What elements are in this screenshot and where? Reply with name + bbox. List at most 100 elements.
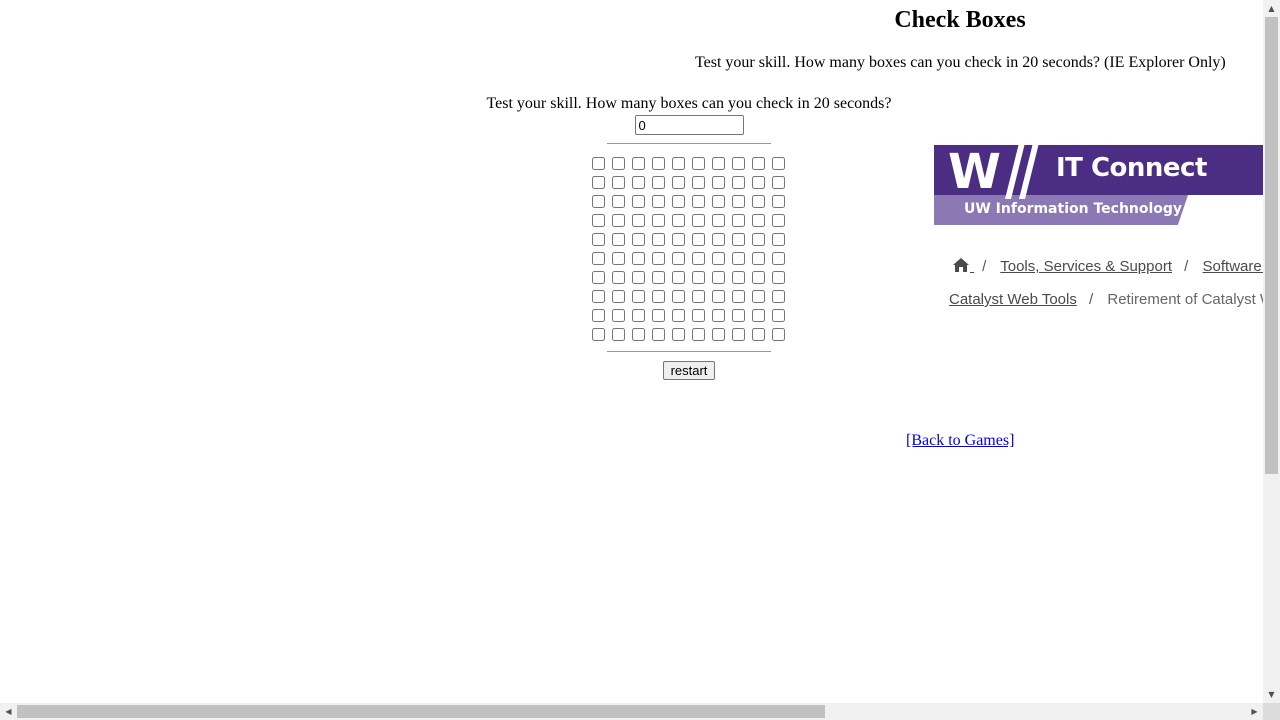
- game-checkbox[interactable]: [672, 290, 685, 303]
- game-checkbox[interactable]: [592, 214, 605, 227]
- game-checkbox[interactable]: [652, 214, 665, 227]
- game-checkbox[interactable]: [772, 328, 785, 341]
- game-checkbox[interactable]: [612, 195, 625, 208]
- game-checkbox[interactable]: [772, 233, 785, 246]
- game-checkbox[interactable]: [712, 176, 725, 189]
- game-checkbox[interactable]: [752, 233, 765, 246]
- game-checkbox[interactable]: [752, 252, 765, 265]
- game-checkbox[interactable]: [752, 195, 765, 208]
- scroll-right-arrow-icon[interactable]: ▶: [1246, 703, 1263, 720]
- game-checkbox[interactable]: [732, 176, 745, 189]
- game-checkbox[interactable]: [712, 271, 725, 284]
- game-checkbox[interactable]: [712, 233, 725, 246]
- game-checkbox[interactable]: [612, 271, 625, 284]
- game-checkbox[interactable]: [632, 328, 645, 341]
- game-checkbox[interactable]: [592, 290, 605, 303]
- game-checkbox[interactable]: [672, 233, 685, 246]
- game-checkbox[interactable]: [672, 195, 685, 208]
- game-checkbox[interactable]: [752, 309, 765, 322]
- vertical-scroll-thumb[interactable]: [1265, 17, 1278, 474]
- scroll-up-arrow-icon[interactable]: ▲: [1263, 0, 1280, 17]
- game-checkbox[interactable]: [592, 328, 605, 341]
- breadcrumb-tools-link[interactable]: Tools, Services & Support: [1000, 258, 1172, 275]
- game-checkbox[interactable]: [772, 214, 785, 227]
- vertical-scrollbar[interactable]: ▲ ▼: [1263, 0, 1280, 703]
- back-to-games-link[interactable]: [Back to Games]: [906, 432, 1014, 450]
- game-checkbox[interactable]: [712, 195, 725, 208]
- game-checkbox[interactable]: [632, 233, 645, 246]
- game-checkbox[interactable]: [592, 157, 605, 170]
- checked-count-field[interactable]: [634, 115, 744, 135]
- scroll-down-arrow-icon[interactable]: ▼: [1263, 686, 1280, 703]
- game-checkbox[interactable]: [632, 157, 645, 170]
- game-checkbox[interactable]: [712, 157, 725, 170]
- game-checkbox[interactable]: [752, 271, 765, 284]
- game-checkbox[interactable]: [632, 214, 645, 227]
- game-checkbox[interactable]: [672, 328, 685, 341]
- game-checkbox[interactable]: [632, 309, 645, 322]
- game-checkbox[interactable]: [592, 309, 605, 322]
- game-checkbox[interactable]: [652, 176, 665, 189]
- game-checkbox[interactable]: [592, 271, 605, 284]
- game-checkbox[interactable]: [612, 214, 625, 227]
- game-checkbox[interactable]: [652, 309, 665, 322]
- game-checkbox[interactable]: [732, 157, 745, 170]
- breadcrumb-catalyst-link[interactable]: Catalyst Web Tools: [949, 291, 1077, 308]
- game-checkbox[interactable]: [672, 252, 685, 265]
- game-checkbox[interactable]: [612, 233, 625, 246]
- game-checkbox[interactable]: [672, 271, 685, 284]
- game-checkbox[interactable]: [632, 252, 645, 265]
- game-checkbox[interactable]: [712, 290, 725, 303]
- game-checkbox[interactable]: [652, 157, 665, 170]
- game-checkbox[interactable]: [612, 252, 625, 265]
- game-checkbox[interactable]: [772, 157, 785, 170]
- game-checkbox[interactable]: [692, 214, 705, 227]
- game-checkbox[interactable]: [772, 252, 785, 265]
- game-checkbox[interactable]: [612, 290, 625, 303]
- game-checkbox[interactable]: [612, 309, 625, 322]
- game-checkbox[interactable]: [632, 176, 645, 189]
- game-checkbox[interactable]: [652, 328, 665, 341]
- game-checkbox[interactable]: [692, 157, 705, 170]
- game-checkbox[interactable]: [592, 195, 605, 208]
- game-checkbox[interactable]: [772, 309, 785, 322]
- game-checkbox[interactable]: [652, 271, 665, 284]
- game-checkbox[interactable]: [592, 252, 605, 265]
- game-checkbox[interactable]: [732, 290, 745, 303]
- game-checkbox[interactable]: [692, 252, 705, 265]
- game-checkbox[interactable]: [632, 271, 645, 284]
- game-checkbox[interactable]: [692, 309, 705, 322]
- scroll-left-arrow-icon[interactable]: ◀: [0, 703, 17, 720]
- game-checkbox[interactable]: [732, 195, 745, 208]
- game-checkbox[interactable]: [692, 271, 705, 284]
- game-checkbox[interactable]: [752, 176, 765, 189]
- game-checkbox[interactable]: [612, 328, 625, 341]
- it-connect-banner[interactable]: W IT Connect UW Information Technology: [934, 145, 1263, 225]
- game-checkbox[interactable]: [732, 233, 745, 246]
- game-checkbox[interactable]: [672, 214, 685, 227]
- game-checkbox[interactable]: [632, 290, 645, 303]
- game-checkbox[interactable]: [712, 214, 725, 227]
- game-checkbox[interactable]: [672, 176, 685, 189]
- restart-button[interactable]: restart: [662, 361, 716, 380]
- horizontal-scrollbar[interactable]: ◀ ▶: [0, 703, 1263, 720]
- game-checkbox[interactable]: [652, 233, 665, 246]
- game-checkbox[interactable]: [652, 290, 665, 303]
- game-checkbox[interactable]: [772, 290, 785, 303]
- game-checkbox[interactable]: [752, 290, 765, 303]
- game-checkbox[interactable]: [772, 271, 785, 284]
- game-checkbox[interactable]: [732, 252, 745, 265]
- game-checkbox[interactable]: [752, 214, 765, 227]
- game-checkbox[interactable]: [692, 328, 705, 341]
- breadcrumb-software-link[interactable]: Software & Computing: [1203, 258, 1263, 275]
- game-checkbox[interactable]: [692, 176, 705, 189]
- game-checkbox[interactable]: [672, 309, 685, 322]
- game-checkbox[interactable]: [712, 252, 725, 265]
- game-checkbox[interactable]: [692, 233, 705, 246]
- game-checkbox[interactable]: [732, 328, 745, 341]
- game-checkbox[interactable]: [772, 195, 785, 208]
- game-checkbox[interactable]: [672, 157, 685, 170]
- game-checkbox[interactable]: [732, 309, 745, 322]
- game-checkbox[interactable]: [752, 157, 765, 170]
- breadcrumb-home-link[interactable]: [952, 258, 974, 275]
